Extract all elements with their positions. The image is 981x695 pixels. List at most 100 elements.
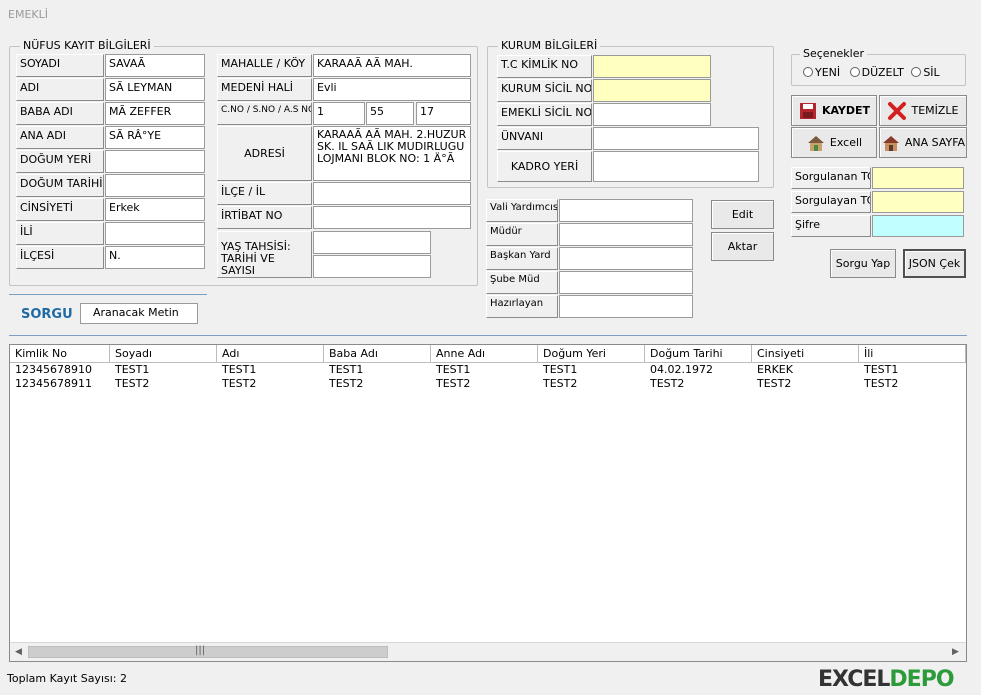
cno-input-2[interactable]: 17: [416, 102, 471, 125]
kurum-input-3[interactable]: [593, 127, 759, 150]
nufus-input-6[interactable]: Erkek: [105, 198, 205, 221]
nufus-input-7[interactable]: [105, 222, 205, 245]
house-excel-icon: [807, 135, 824, 151]
cno-input-0[interactable]: 1: [313, 102, 365, 125]
signer-input-1[interactable]: [559, 223, 693, 246]
table-row[interactable]: 12345678910 TEST1 TEST1 TEST1 TEST1 TEST1 04.0…: [10, 363, 966, 377]
json-cek-button[interactable]: JSON Çek: [903, 249, 966, 278]
nufus-input-2[interactable]: MÃ ZEFFER: [105, 102, 205, 125]
scroll-thumb[interactable]: [28, 646, 388, 658]
kurum-input-4[interactable]: [593, 151, 759, 182]
sorgulanan-input[interactable]: [872, 167, 964, 189]
signer-input-2[interactable]: [559, 247, 693, 270]
mid-input-1[interactable]: Evli: [313, 78, 471, 101]
ana-sayfa-button[interactable]: ANA SAYFA: [879, 127, 967, 158]
nufus-input-8[interactable]: N.: [105, 246, 205, 269]
kaydet-button[interactable]: KAYDET: [791, 95, 877, 126]
table-cell: TEST1: [115, 363, 150, 376]
sorgulayan-input[interactable]: [872, 191, 964, 213]
scroll-left-icon[interactable]: ◀: [15, 647, 22, 657]
sorgu-yap-button[interactable]: Sorgu Yap: [830, 249, 896, 278]
ilce-input[interactable]: [313, 182, 471, 205]
watermark-text-1: EXCEL: [818, 667, 890, 692]
kurum-input-1[interactable]: [593, 79, 711, 102]
sorgu-top-line: [9, 294, 207, 295]
yas-input-0[interactable]: [313, 231, 431, 254]
cno-label: C.NO / S.NO / A.S NO: [217, 102, 312, 125]
nufus-input-5[interactable]: [105, 174, 205, 197]
sifre-input[interactable]: [872, 215, 964, 237]
nufus-input-4[interactable]: [105, 150, 205, 173]
nufus-label-8: İLÇESİ: [16, 246, 104, 269]
radio-sil[interactable]: SİL: [911, 66, 940, 79]
nufus-input-1[interactable]: SÃ LEYMAN: [105, 78, 205, 101]
irtibat-input[interactable]: [313, 206, 471, 229]
table-cell: ERKEK: [757, 363, 793, 376]
radio-duzelt[interactable]: DÜZELT: [849, 66, 904, 79]
options-frame-title: Seçenekler: [800, 47, 868, 60]
kurum-frame-title: KURUM BİLGİLERİ: [498, 39, 601, 52]
table-cell: TEST1: [543, 363, 578, 376]
column-header[interactable]: Cinsiyeti: [752, 345, 859, 362]
kurum-label-2: EMEKLİ SİCİL NO: [497, 103, 592, 126]
watermark-logo: EXCELDEPO: [818, 667, 955, 692]
kurum-input-0[interactable]: [593, 55, 711, 78]
nufus-label-6: CİNSİYETİ: [16, 198, 104, 221]
excell-button[interactable]: Excell: [791, 127, 877, 158]
adres-input[interactable]: KARAAÃ AÃ MAH. 2.HUZUR SK. IL SAÃ LIK MU…: [313, 126, 471, 181]
scroll-right-icon[interactable]: ▶: [952, 647, 959, 657]
kurum-label-3: ÜNVANI: [497, 127, 592, 150]
signer-label-1: Müdür: [486, 223, 558, 246]
column-header[interactable]: Doğum Yeri: [538, 345, 645, 362]
column-header[interactable]: Soyadı: [110, 345, 217, 362]
aktar-button[interactable]: Aktar: [711, 232, 774, 261]
signer-input-3[interactable]: [559, 271, 693, 294]
signer-input-4[interactable]: [559, 295, 693, 318]
nufus-input-0[interactable]: SAVAÃ: [105, 54, 205, 77]
column-header[interactable]: İli: [859, 345, 966, 362]
table-cell: TEST1: [329, 363, 364, 376]
column-header[interactable]: Adı: [217, 345, 324, 362]
search-input[interactable]: Aranacak Metin: [80, 303, 198, 324]
results-grid[interactable]: Kimlik No Soyadı Adı Baba Adı Anne Adı Doğum …: [9, 344, 967, 662]
nufus-input-3[interactable]: SÃ RÂ°YE: [105, 126, 205, 149]
grid-header: Kimlik No Soyadı Adı Baba Adı Anne Adı Doğum …: [10, 345, 966, 363]
kurum-label-4: KADRO YERİ: [497, 151, 592, 182]
signer-label-0: Vali Yardımcısı: [486, 199, 558, 222]
separator-line: [9, 335, 967, 336]
table-cell: TEST2: [222, 377, 257, 390]
window-title: EMEKLİ: [8, 8, 48, 21]
mid-label-0: MAHALLE / KÖY: [217, 54, 312, 77]
sifre-label: Şifre: [791, 215, 871, 237]
table-cell: TEST2: [329, 377, 364, 390]
radio-yeni[interactable]: YENİ: [803, 66, 840, 79]
nufus-frame-title: NÜFUS KAYIT BİLGİLERİ: [20, 39, 154, 52]
table-cell: TEST2: [864, 377, 899, 390]
table-cell: TEST2: [115, 377, 150, 390]
status-text: Toplam Kayıt Sayısı: 2: [7, 672, 127, 685]
sorgulanan-label: Sorgulanan TC: [791, 167, 871, 189]
column-header[interactable]: Doğum Tarihi: [645, 345, 752, 362]
kurum-input-2[interactable]: [593, 103, 711, 126]
column-header[interactable]: Kimlik No: [10, 345, 110, 362]
column-header[interactable]: Baba Adı: [324, 345, 431, 362]
floppy-disk-icon: [799, 102, 816, 119]
signer-input-0[interactable]: [559, 199, 693, 222]
grid-body: 12345678910 TEST1 TEST1 TEST1 TEST1 TEST1 04.0…: [10, 363, 966, 391]
mid-input-0[interactable]: KARAAÃ AÃ MAH.: [313, 54, 471, 77]
table-cell: TEST1: [864, 363, 899, 376]
radio-icon: [803, 67, 813, 77]
edit-button[interactable]: Edit: [711, 200, 774, 229]
nufus-label-5: DOĞUM TARİHİ: [16, 174, 104, 197]
table-cell: TEST2: [650, 377, 685, 390]
cno-input-1[interactable]: 55: [366, 102, 414, 125]
yas-input-1[interactable]: [313, 255, 431, 278]
options-radios: YENİ DÜZELT SİL: [803, 66, 940, 79]
horizontal-scrollbar[interactable]: ◀ ||| ▶: [10, 642, 966, 661]
table-cell: TEST1: [222, 363, 257, 376]
red-x-icon: [888, 101, 907, 120]
table-row[interactable]: 12345678911 TEST2 TEST2 TEST2 TEST2 TEST2 TEST…: [10, 377, 966, 391]
temizle-button[interactable]: TEMİZLE: [879, 95, 967, 126]
column-header[interactable]: Anne Adı: [431, 345, 538, 362]
irtibat-label: İRTİBAT NO: [217, 206, 312, 229]
